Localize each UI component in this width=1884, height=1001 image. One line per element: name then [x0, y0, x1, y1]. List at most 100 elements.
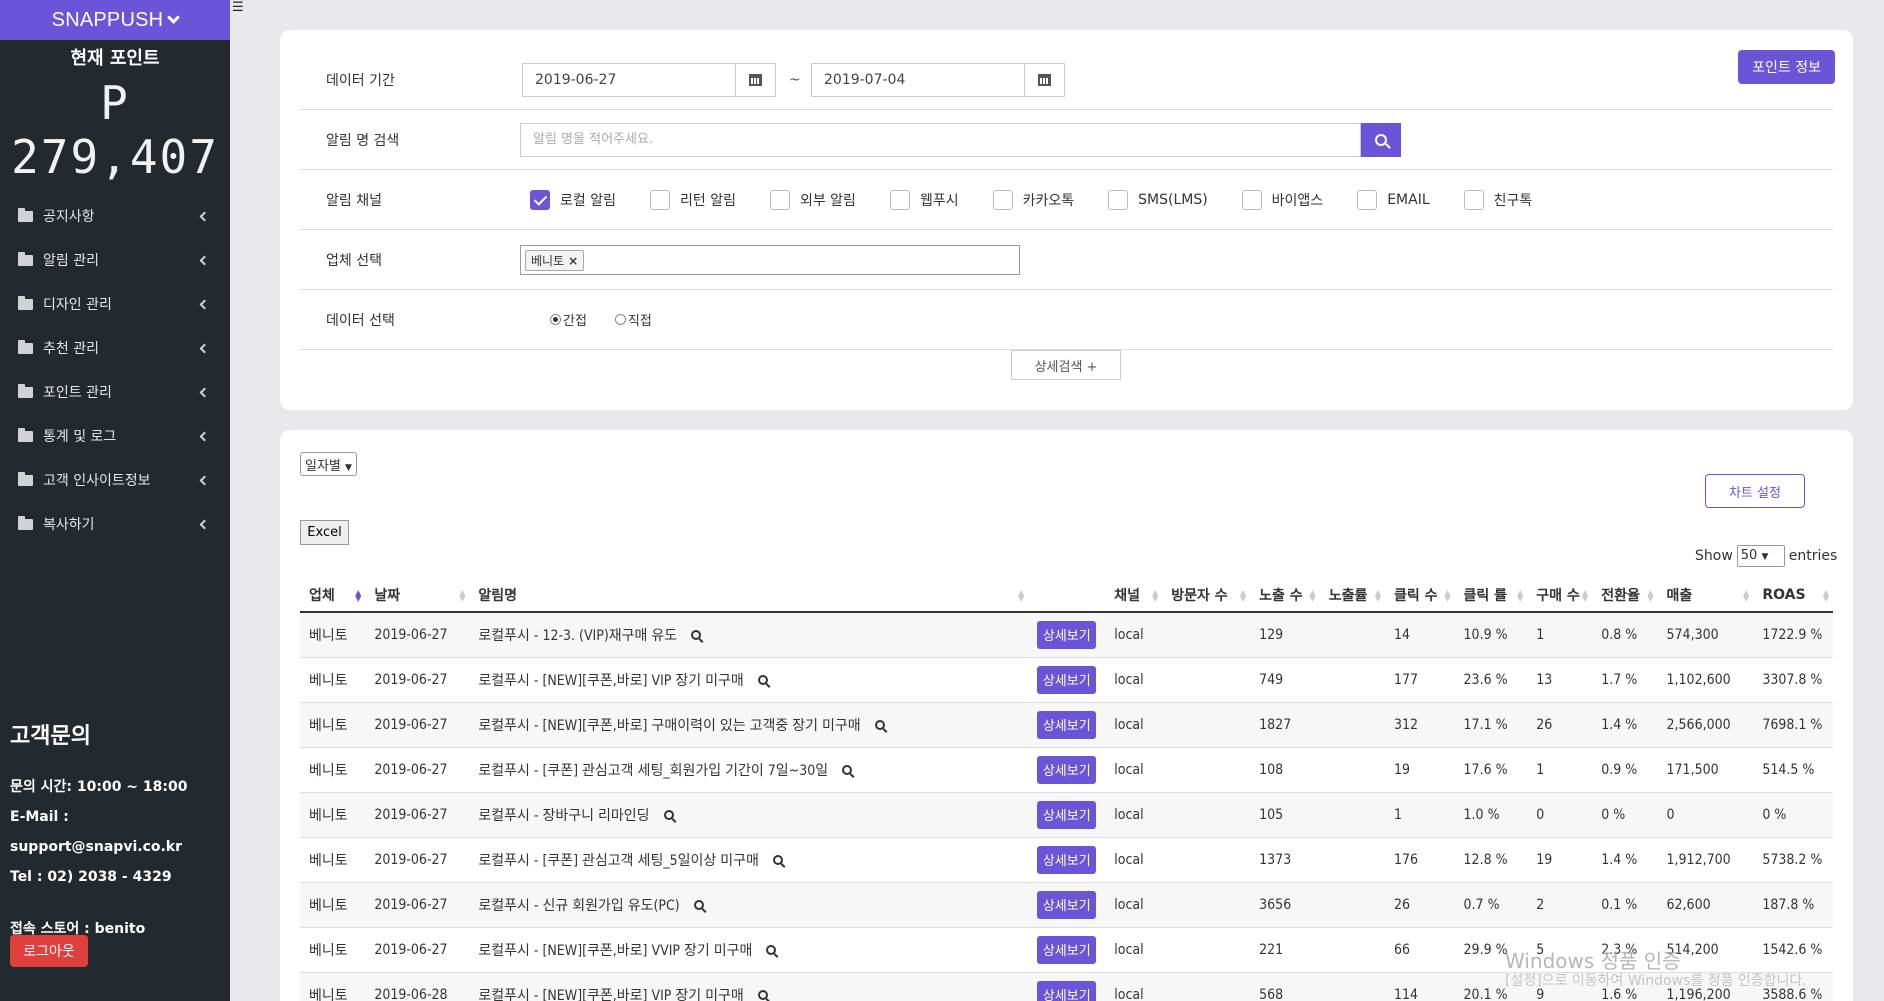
date-to-value: 2019-07-04 [824, 71, 906, 88]
channel-checkbox[interactable]: 리턴 알림 [649, 189, 736, 210]
detail-button[interactable]: 상세보기 [1037, 935, 1097, 964]
column-header[interactable]: 전환율 ▲ ▼ [1592, 578, 1658, 613]
channel-checkbox[interactable]: 카카오톡 [992, 189, 1074, 210]
detail-button[interactable]: 상세보기 [1037, 980, 1097, 1001]
search-button[interactable] [1361, 122, 1401, 157]
cell-impressions: 568 [1250, 972, 1320, 1001]
sidebar-item[interactable]: 복사하기 [0, 502, 230, 546]
sidebar-item[interactable]: 알림 관리 [0, 238, 230, 282]
company-select[interactable]: 베니토 × [520, 244, 1020, 275]
checkbox[interactable] [1463, 189, 1484, 210]
column-header[interactable]: 업체 ▲ ▼ [300, 578, 366, 613]
checkbox[interactable] [992, 189, 1013, 210]
column-header[interactable]: 노출 수 ▲ ▼ [1250, 578, 1320, 613]
hamburger-icon[interactable]: ☰ [232, 0, 244, 15]
sidebar-item[interactable]: 포인트 관리 [0, 370, 230, 414]
group-by-select[interactable]: 일자별 ▼ [300, 452, 357, 476]
column-header[interactable]: 노출률 ▲ ▼ [1319, 578, 1386, 613]
column-header[interactable]: 클릭 수 ▲ ▼ [1385, 578, 1455, 613]
date-from-value: 2019-06-27 [535, 71, 617, 88]
cell-visitors [1162, 972, 1251, 1001]
cell-imp-rate [1319, 747, 1386, 793]
sidebar-item[interactable]: 공지사항 [0, 194, 230, 238]
channel-checkbox[interactable]: EMAIL [1357, 189, 1430, 210]
cell-click-rate: 10.9 % [1454, 612, 1528, 658]
checkbox[interactable] [649, 189, 670, 210]
channel-checkbox[interactable]: 웹푸시 [889, 189, 959, 210]
column-header[interactable]: 구매 수 ▲ ▼ [1527, 578, 1593, 613]
checkbox[interactable] [1241, 189, 1262, 210]
alert-name-cell: 로컬푸시 - 장바구니 리마인딩 [469, 792, 1029, 838]
date-to-field[interactable]: 2019-07-04 [811, 62, 1065, 97]
sidebar-item[interactable]: 추천 관리 [0, 326, 230, 370]
cell-date: 2019-06-27 [365, 612, 470, 658]
detail-button[interactable]: 상세보기 [1037, 755, 1097, 784]
date-separator: ~ [789, 71, 801, 88]
channel-checkbox[interactable]: SMS(LMS) [1108, 189, 1208, 210]
cell-visitors [1162, 702, 1251, 748]
column-header[interactable]: ROAS ▲ ▼ [1753, 578, 1833, 613]
search-icon[interactable] [693, 899, 704, 910]
sidebar-item[interactable]: 통계 및 로그 [0, 414, 230, 458]
checkbox[interactable] [1108, 189, 1129, 210]
chevron-left-icon [199, 475, 210, 485]
column-header[interactable]: 클릭 률 ▲ ▼ [1454, 578, 1528, 613]
sidebar-item[interactable]: 고객 인사이트정보 [0, 458, 230, 502]
checkbox[interactable] [889, 189, 910, 210]
date-to-calendar-button[interactable] [1024, 63, 1064, 96]
sidebar-item[interactable]: 디자인 관리 [0, 282, 230, 326]
detail-button[interactable]: 상세보기 [1037, 845, 1097, 874]
search-row: 알림 명 검색 [300, 110, 1833, 170]
radio-direct-dot[interactable] [614, 314, 626, 325]
entries-select[interactable]: 50 ▼ [1736, 545, 1785, 567]
detail-button[interactable]: 상세보기 [1037, 890, 1097, 919]
column-header[interactable]: 채널 ▲ ▼ [1105, 578, 1163, 613]
radio-indirect[interactable]: 간접 [550, 310, 587, 329]
channel-checkbox[interactable]: 친구톡 [1463, 189, 1532, 210]
search-icon[interactable] [663, 809, 674, 820]
column-header[interactable]: 알림명 ▲ ▼ [469, 578, 1029, 613]
detail-button[interactable]: 상세보기 [1037, 800, 1097, 829]
sidebar-item-label: 알림 관리 [43, 253, 99, 269]
detail-button[interactable]: 상세보기 [1037, 620, 1097, 649]
column-header[interactable]: 매출 ▲ ▼ [1657, 578, 1754, 613]
excel-button[interactable]: Excel [300, 520, 349, 545]
search-icon[interactable] [842, 764, 853, 775]
date-from-field[interactable]: 2019-06-27 [522, 62, 776, 97]
search-icon[interactable] [766, 944, 777, 955]
search-icon[interactable] [757, 989, 768, 1000]
advanced-search-button[interactable]: 상세검색 + [1011, 350, 1121, 380]
column-header[interactable]: 방문자 수 ▲ ▼ [1162, 578, 1251, 613]
cell-company: 베니토 [300, 612, 366, 658]
radio-indirect-dot[interactable] [550, 314, 561, 325]
search-icon[interactable] [691, 629, 702, 640]
sidebar: SNAPPUSH 현재 포인트 P 279,407 공지사항 알림 관리 디자인 관… [0, 0, 230, 1001]
detail-button[interactable]: 상세보기 [1037, 710, 1097, 739]
contact-title: 고객문의 [10, 724, 91, 749]
channel-checkbox[interactable]: 바이앱스 [1241, 189, 1323, 210]
alert-name-search-input[interactable] [520, 122, 1361, 157]
search-icon[interactable] [757, 674, 768, 685]
remove-tag-icon[interactable]: × [568, 254, 578, 268]
calendar-icon [749, 73, 762, 86]
results-table: 업체 ▲ ▼ 날짜 ▲ ▼ 알림명 ▲ ▼ 채널 ▲ ▼ 방문자 수 ▲ ▼ 노출 수 ▲ ▼ 노출률 ▲ ▼ 클릭 수 ▲… [300, 578, 1833, 1001]
column-header[interactable] [1028, 578, 1106, 613]
cell-roas: 1722.9 % [1753, 612, 1833, 658]
date-from-calendar-button[interactable] [735, 63, 775, 96]
radio-direct[interactable]: 직접 [614, 310, 652, 329]
brand-dropdown[interactable]: SNAPPUSH [0, 0, 230, 40]
column-header[interactable]: 날짜 ▲ ▼ [365, 578, 470, 613]
checkbox[interactable] [1357, 189, 1378, 210]
checkbox[interactable] [769, 189, 790, 210]
channel-checkbox[interactable]: 외부 알림 [769, 189, 856, 210]
chart-settings-button[interactable]: 차트 설정 [1705, 474, 1805, 508]
search-icon[interactable] [772, 854, 783, 865]
alert-name-text: 로컬푸시 - [NEW][쿠폰,바로] VVIP 장기 미구매 [478, 942, 753, 959]
channel-checkbox[interactable]: 로컬 알림 [530, 189, 616, 210]
detail-button[interactable]: 상세보기 [1037, 665, 1097, 694]
search-icon[interactable] [874, 719, 885, 730]
cell-impressions: 3656 [1250, 882, 1320, 928]
alert-name-cell: 로컬푸시 - [NEW][쿠폰,바로] 구매이력이 있는 고객중 장기 미구매 [469, 702, 1029, 748]
logout-button[interactable]: 로그아웃 [10, 935, 88, 967]
checkbox[interactable] [530, 189, 550, 210]
